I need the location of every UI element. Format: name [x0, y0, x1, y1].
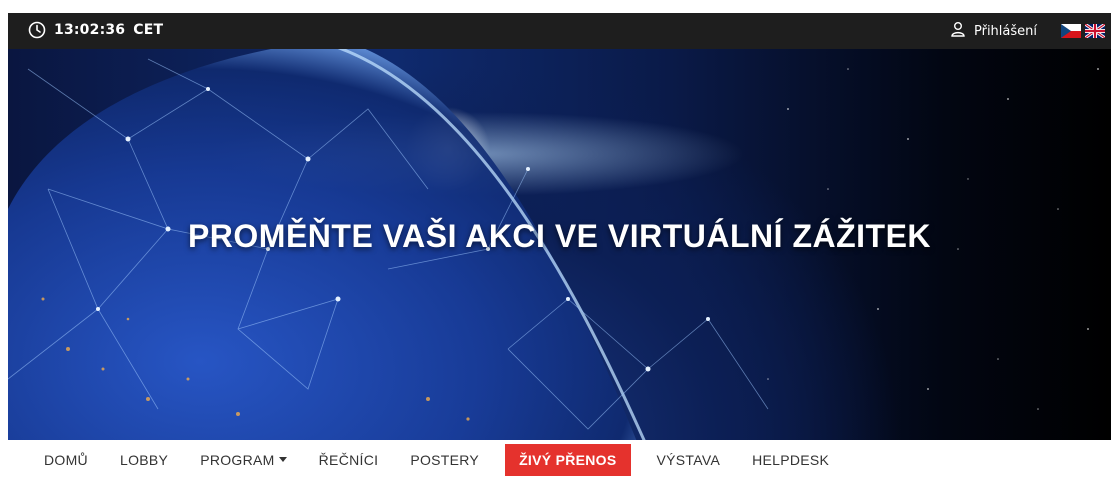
nav-item-lobby[interactable]: LOBBY [104, 444, 184, 476]
nav-item-recnici[interactable]: ŘEČNÍCI [303, 444, 395, 476]
login-link[interactable]: Přihlášení [950, 21, 1037, 41]
top-bar: 13:02:36 CET Přihlášení [8, 13, 1111, 49]
login-label: Přihlášení [973, 23, 1037, 39]
hero-banner: PROMĚŇTE VAŠI AKCI VE VIRTUÁLNÍ ZÁŽITEK [8, 49, 1111, 440]
language-switcher [1061, 24, 1105, 38]
nav-item-zivy-prenos[interactable]: ŽIVÝ PŘENOS [505, 443, 631, 476]
nav-item-label: VÝSTAVA [656, 451, 721, 468]
nav-item-label: ŽIVÝ PŘENOS [519, 451, 617, 468]
flag-uk-icon[interactable] [1085, 24, 1105, 38]
nav-item-postery[interactable]: POSTERY [394, 444, 495, 476]
nav-item-vystava[interactable]: VÝSTAVA [641, 444, 737, 476]
clock-icon [28, 21, 46, 39]
main-navigation: DOMŮ LOBBY PROGRAM ŘEČNÍCI POSTERY ŽIVÝ … [8, 440, 1111, 479]
nav-item-domu[interactable]: DOMŮ [44, 444, 104, 476]
nav-item-label: DOMŮ [44, 451, 88, 468]
caret-down-icon [278, 457, 287, 462]
clock: 13:02:36 CET [28, 21, 163, 39]
nav-item-label: POSTERY [410, 451, 480, 468]
nav-item-helpdesk[interactable]: HELPDESK [736, 444, 845, 476]
hero-title: PROMĚŇTE VAŠI AKCI VE VIRTUÁLNÍ ZÁŽITEK [187, 218, 932, 254]
nav-item-label: LOBBY [119, 451, 169, 468]
clock-timezone: CET [133, 22, 164, 38]
flag-cz-icon[interactable] [1061, 24, 1081, 38]
nav-item-program[interactable]: PROGRAM [184, 444, 302, 476]
nav-item-label: HELPDESK [752, 451, 830, 468]
clock-time: 13:02:36 [54, 22, 126, 38]
nav-item-label: PROGRAM [200, 451, 275, 468]
nav-item-label: ŘEČNÍCI [318, 451, 379, 468]
user-icon [950, 21, 966, 41]
